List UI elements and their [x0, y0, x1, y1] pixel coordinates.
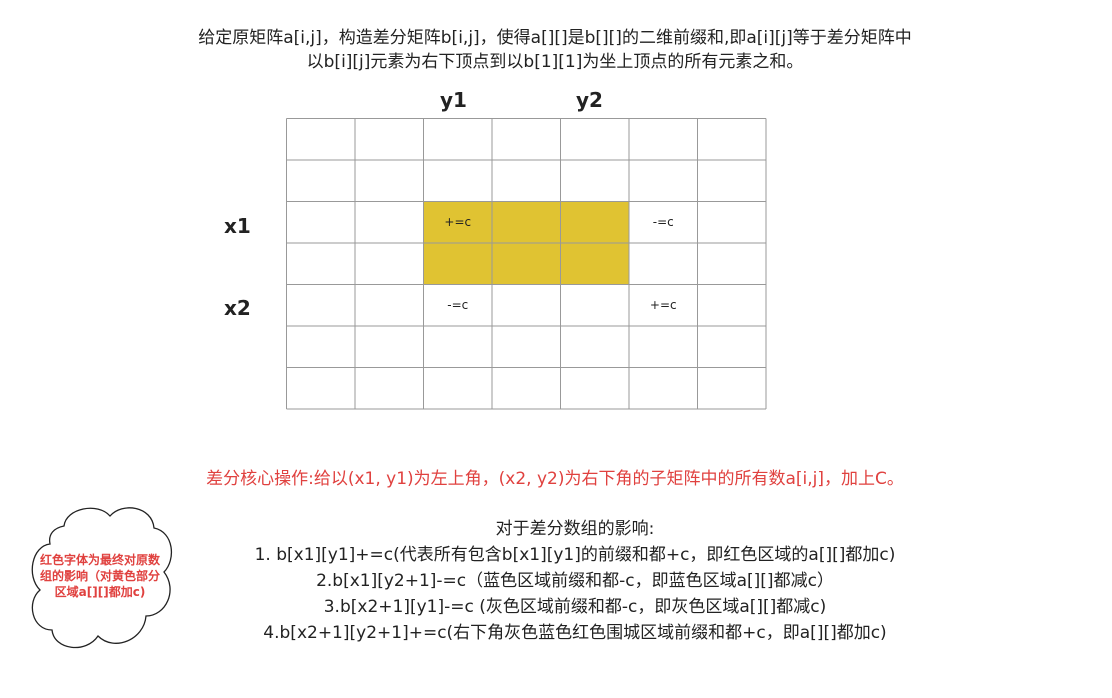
- core-operation-text: 差分核心操作:给以(x1, y1)为左上角，(x2, y2)为右下角的子矩阵中的…: [206, 469, 904, 489]
- cell-mark-1: +=c: [444, 215, 471, 229]
- effect-item-1: 1. b[x1][y1]+=c(代表所有包含b[x1][y1]的前缀和都+c，即…: [254, 545, 896, 565]
- effect-item-2: 2.b[x1][y2+1]-=c（蓝色区域前缀和都-c，即蓝色区域a[][]都减…: [316, 571, 834, 591]
- cell-mark-4: +=c: [650, 298, 677, 312]
- intro-line-1: 给定原矩阵a[i,j]，构造差分矩阵b[i,j]，使得a[][]是b[][]的二…: [198, 28, 912, 48]
- cell-mark-3: -=c: [447, 298, 468, 312]
- row-label-x1: x1: [224, 214, 251, 238]
- effects-title: 对于差分数组的影响:: [495, 519, 655, 539]
- col-label-y2: y2: [576, 88, 603, 112]
- intro-line-2: 以b[i][j]元素为右下顶点到以b[1][1]为坐上顶点的所有元素之和。: [306, 52, 804, 72]
- intro-text: 给定原矩阵a[i,j]，构造差分矩阵b[i,j]，使得a[][]是b[][]的二…: [120, 26, 990, 74]
- row-label-x2: x2: [224, 296, 251, 320]
- effects-block: 对于差分数组的影响: 1. b[x1][y1]+=c(代表所有包含b[x1][y…: [150, 516, 1000, 646]
- col-label-y1: y1: [440, 88, 467, 112]
- effect-item-3: 3.b[x2+1][y1]-=c (灰色区域前缀和都-c，即灰色区域a[][]都…: [323, 597, 827, 617]
- cell-mark-2: -=c: [653, 215, 674, 229]
- matrix-grid: +=c -=c -=c +=c: [286, 118, 767, 410]
- effect-item-4: 4.b[x2+1][y2+1]+=c(右下角灰色蓝色红色围城区域前缀和都+c，即…: [263, 623, 887, 643]
- cloud-note-text: 红色字体为最终对原数组的影响（对黄色部分区域a[][]都加c): [39, 553, 160, 599]
